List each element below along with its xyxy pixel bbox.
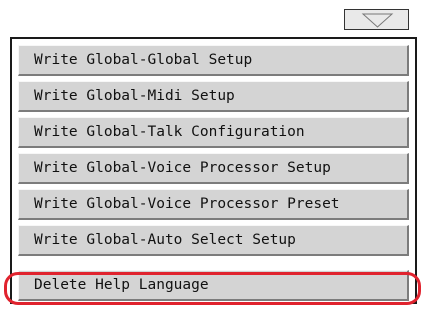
page-menu: Write Global-Global Setup Write Global-M… xyxy=(10,37,417,304)
menu-item-write-global-setup[interactable]: Write Global-Global Setup xyxy=(18,45,409,76)
menu-item-write-voice-processor-preset[interactable]: Write Global-Voice Processor Preset xyxy=(18,189,409,220)
menu-item-write-midi-setup[interactable]: Write Global-Midi Setup xyxy=(18,81,409,112)
chevron-down-icon xyxy=(361,13,394,28)
menu-item-delete-help-language[interactable]: Delete Help Language xyxy=(18,270,409,301)
menu-item-write-voice-processor-setup[interactable]: Write Global-Voice Processor Setup xyxy=(18,153,409,184)
page-menu-screen: Write Global-Global Setup Write Global-M… xyxy=(0,0,425,311)
menu-item-write-talk-configuration[interactable]: Write Global-Talk Configuration xyxy=(18,117,409,148)
menu-dropdown-button[interactable] xyxy=(344,9,409,30)
menu-item-write-auto-select-setup[interactable]: Write Global-Auto Select Setup xyxy=(18,225,409,256)
